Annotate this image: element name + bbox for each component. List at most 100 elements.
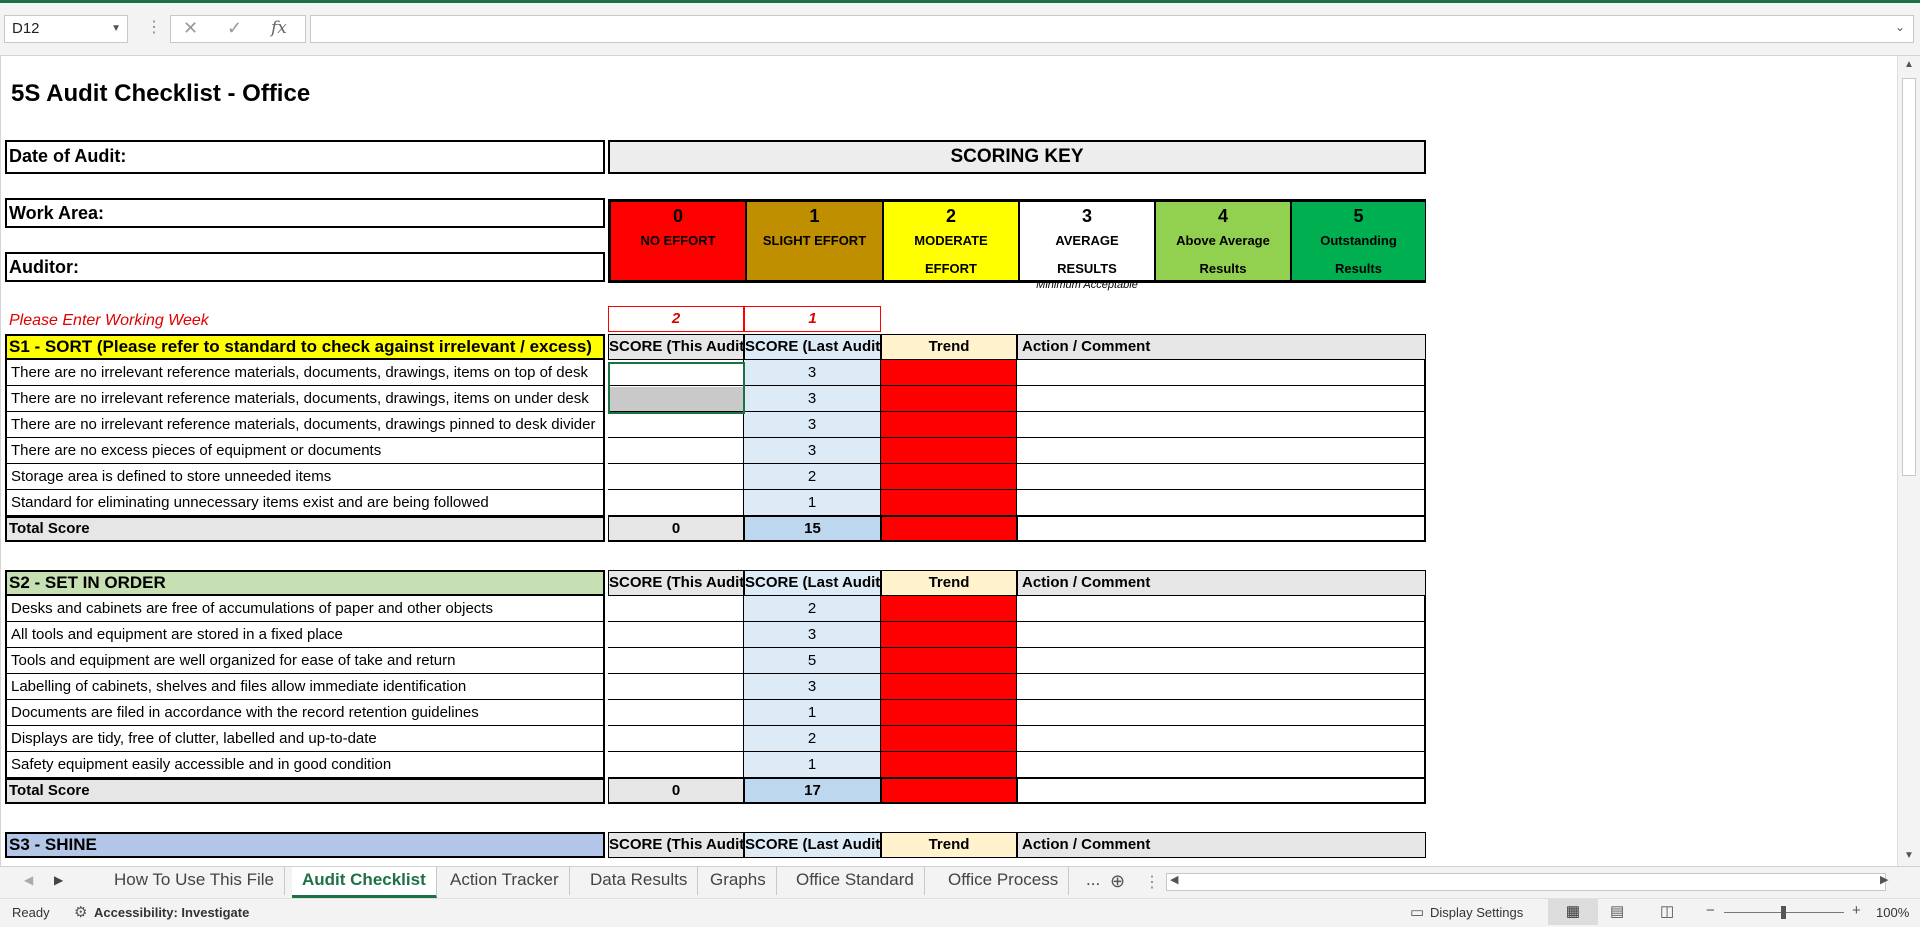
checklist-item: Labelling of cabinets, shelves and files… (5, 674, 605, 700)
action-comment-cell[interactable] (1017, 674, 1426, 700)
scoring-key-number: 2 (945, 206, 956, 226)
sheet-tab[interactable]: How To Use This File (104, 867, 285, 895)
auditor-field[interactable]: Auditor: (5, 252, 605, 282)
col-header-trend: Trend (881, 570, 1017, 596)
trend-cell (881, 490, 1017, 516)
display-settings-icon[interactable]: ▭ (1410, 903, 1424, 921)
action-comment-cell[interactable] (1017, 360, 1426, 386)
sheet-tab[interactable]: Graphs (700, 867, 777, 895)
score-last-audit: 1 (744, 700, 881, 726)
date-of-audit-label: Date of Audit: (9, 146, 127, 166)
action-comment-cell[interactable] (1017, 596, 1426, 622)
score-last-audit: 3 (744, 622, 881, 648)
working-week-this[interactable]: 2 (608, 306, 744, 332)
score-last-audit: 5 (744, 648, 881, 674)
display-settings[interactable]: Display Settings (1430, 905, 1523, 920)
cancel-icon[interactable]: ✕ (183, 18, 198, 39)
trend-cell (881, 674, 1017, 700)
action-comment-cell[interactable] (1017, 778, 1426, 804)
score-this-audit[interactable] (608, 464, 744, 490)
accessibility-status[interactable]: Accessibility: Investigate (94, 905, 249, 920)
zoom-out-icon[interactable]: − (1706, 902, 1715, 919)
formula-input[interactable]: ⌄ (310, 15, 1914, 43)
checklist-item: Safety equipment easily accessible and i… (5, 752, 605, 778)
score-last-audit: 3 (744, 386, 881, 412)
scoring-key-text: AVERAGE RESULTS (1055, 233, 1119, 276)
working-week-last[interactable]: 1 (744, 306, 881, 332)
sheet-tab[interactable]: Data Results (580, 867, 699, 895)
hscroll-right-icon[interactable]: ▶ (1880, 873, 1888, 886)
checklist-item: Standard for eliminating unnecessary ite… (5, 490, 605, 516)
score-this-audit[interactable] (608, 726, 744, 752)
page-layout-icon[interactable]: ▤ (1610, 902, 1624, 920)
date-of-audit-field[interactable]: Date of Audit: (5, 140, 605, 174)
zoom-slider-thumb[interactable] (1781, 906, 1786, 919)
checklist-item: Displays are tidy, free of clutter, labe… (5, 726, 605, 752)
score-this-audit[interactable] (608, 596, 744, 622)
sheet-tab[interactable]: Audit Checklist (292, 867, 437, 898)
scoring-key-title: SCORING KEY (608, 140, 1426, 174)
scroll-up-icon[interactable]: ▲ (1904, 59, 1914, 70)
sheet-tab[interactable]: Office Standard (786, 867, 925, 895)
action-comment-cell[interactable] (1017, 752, 1426, 778)
worksheet-grid[interactable]: 5S Audit Checklist - Office Date of Audi… (0, 56, 1897, 866)
zoom-in-icon[interactable]: + (1852, 902, 1861, 919)
total-last-audit: 15 (744, 516, 881, 542)
action-comment-cell[interactable] (1017, 622, 1426, 648)
action-comment-cell[interactable] (1017, 516, 1426, 542)
name-box[interactable]: D12 ▼ (4, 15, 128, 43)
tab-scroll-right-icon[interactable]: ▶ (54, 873, 63, 887)
action-comment-cell[interactable] (1017, 386, 1426, 412)
page-break-icon[interactable]: ◫ (1660, 902, 1674, 920)
scroll-thumb[interactable] (1902, 78, 1916, 476)
scoring-key-number: 1 (809, 206, 820, 226)
hscroll-left-icon[interactable]: ◀ (1170, 873, 1178, 886)
action-comment-cell[interactable] (1017, 490, 1426, 516)
expand-formula-icon[interactable]: ⌄ (1895, 20, 1905, 34)
col-header-action: Action / Comment (1017, 832, 1426, 858)
scroll-down-icon[interactable]: ▼ (1904, 850, 1914, 861)
normal-view-icon[interactable]: ▦ (1548, 899, 1598, 925)
trend-cell (881, 516, 1017, 542)
add-sheet-icon[interactable]: ⊕ (1110, 871, 1125, 892)
chevron-down-icon[interactable]: ▼ (111, 16, 121, 42)
checklist-item: All tools and equipment are stored in a … (5, 622, 605, 648)
horizontal-scrollbar[interactable] (1166, 873, 1886, 891)
trend-cell (881, 752, 1017, 778)
score-this-audit[interactable] (608, 674, 744, 700)
score-this-audit[interactable] (608, 490, 744, 516)
score-this-audit[interactable] (608, 412, 744, 438)
score-this-audit[interactable] (608, 622, 744, 648)
more-vertical-icon[interactable]: ⋮ (146, 17, 162, 39)
accessibility-icon[interactable]: ⚙ (74, 903, 87, 921)
action-comment-cell[interactable] (1017, 464, 1426, 490)
scoring-key-text: Above Average Results (1176, 233, 1270, 276)
scoring-key-number: 3 (1081, 206, 1092, 226)
action-comment-cell[interactable] (1017, 648, 1426, 674)
trend-cell (881, 464, 1017, 490)
scoring-key-number: 4 (1217, 206, 1228, 226)
sheet-tab[interactable]: Office Process (938, 867, 1070, 895)
score-this-audit[interactable] (608, 752, 744, 778)
score-this-audit[interactable] (608, 700, 744, 726)
sheet-tab[interactable]: ... (1082, 867, 1104, 895)
work-area-field[interactable]: Work Area: (5, 198, 605, 228)
action-comment-cell[interactable] (1017, 412, 1426, 438)
enter-icon[interactable]: ✓ (227, 18, 242, 39)
tab-scroll-left-icon[interactable]: ◀ (24, 873, 33, 887)
action-comment-cell[interactable] (1017, 726, 1426, 752)
sheet-tab[interactable]: Action Tracker (440, 867, 570, 895)
scoring-key-text: MODERATE EFFORT (914, 233, 988, 276)
vertical-scrollbar[interactable]: ▲ ▼ (1897, 56, 1920, 866)
zoom-level[interactable]: 100% (1876, 905, 1909, 920)
more-vertical-icon[interactable]: ⋮ (1144, 872, 1160, 892)
score-this-audit[interactable] (608, 438, 744, 464)
insert-function-icon[interactable]: fx (271, 18, 287, 38)
score-this-audit[interactable] (608, 648, 744, 674)
col-header-last-audit: SCORE (Last Audit) (744, 832, 881, 858)
scoring-key-item: 0 NO EFFORT (610, 201, 746, 281)
checklist-item: There are no irrelevant reference materi… (5, 412, 605, 438)
action-comment-cell[interactable] (1017, 700, 1426, 726)
working-week-label: Please Enter Working Week (9, 312, 209, 329)
action-comment-cell[interactable] (1017, 438, 1426, 464)
